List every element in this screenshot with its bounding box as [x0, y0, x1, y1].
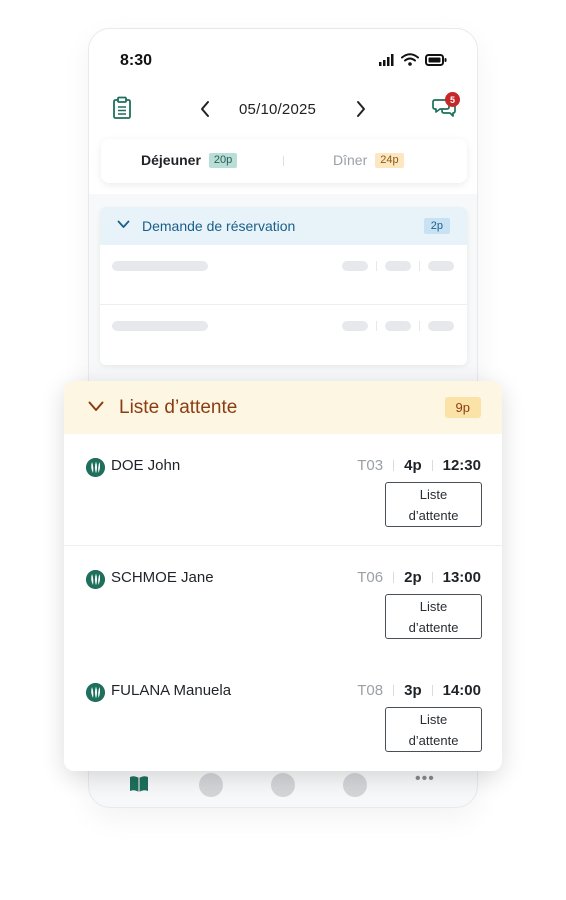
reservation-time: 14:00	[442, 682, 481, 699]
reservation-meta: T03 4p 12:30	[357, 457, 481, 474]
reservation-time: 13:00	[442, 569, 481, 586]
more-icon[interactable]: •••	[415, 770, 435, 788]
tab-dinner-count: 24p	[375, 152, 404, 168]
meta-divider	[431, 685, 433, 696]
status-time: 8:30	[120, 52, 153, 69]
tab-divider	[283, 156, 284, 166]
bottom-nav: •••	[89, 767, 477, 807]
previous-date-chevron-icon[interactable]	[197, 99, 213, 119]
chat-unread-badge: 5	[445, 92, 460, 107]
signal-icon	[379, 53, 394, 66]
waitlist-status-button[interactable]: Liste d’attente	[385, 707, 482, 752]
guest-name: DOE John	[111, 457, 181, 474]
meta-divider	[393, 685, 395, 696]
chevron-down-icon	[88, 401, 104, 411]
table-number: T06	[357, 569, 384, 586]
skeleton-divider	[376, 261, 377, 271]
skeleton-bar	[428, 261, 454, 271]
tab-lunch-label: Déjeuner	[141, 152, 201, 168]
skeleton-bar	[385, 261, 411, 271]
waitlist-status-button[interactable]: Liste d’attente	[385, 482, 482, 527]
meal-tabs: Déjeuner 20p Dîner 24p	[101, 139, 467, 183]
wifi-icon	[401, 53, 419, 66]
waitlist-count: 9p	[444, 397, 481, 418]
nav-item-placeholder[interactable]	[271, 773, 295, 797]
skeleton-divider	[419, 261, 420, 271]
meta-divider	[431, 460, 433, 471]
waitlist-row[interactable]: FULANA Manuela T08 3p 14:00 Liste d’atte…	[64, 659, 502, 771]
tab-lunch-count: 20p	[208, 152, 238, 168]
party-size: 3p	[404, 682, 422, 699]
guest-name: SCHMOE Jane	[111, 569, 214, 586]
party-size: 4p	[404, 457, 422, 474]
skeleton-bar	[428, 321, 454, 331]
meta-divider	[431, 572, 433, 583]
reservation-requests-count: 2p	[423, 218, 450, 234]
waitlist-panel: Liste d’attente 9p DOE John T03 4p 12:30…	[64, 381, 502, 771]
reservation-requests-title: Demande de réservation	[142, 218, 296, 234]
reservation-meta: T06 2p 13:00	[357, 569, 481, 586]
nav-item-placeholder[interactable]	[199, 773, 223, 797]
guest-leaf-icon	[86, 570, 105, 589]
reservation-requests-header[interactable]: Demande de réservation 2p	[100, 207, 467, 245]
skeleton-divider	[376, 321, 377, 331]
chevron-down-icon	[117, 220, 130, 228]
waitlist-title: Liste d’attente	[119, 397, 238, 418]
skeleton-bar	[342, 321, 368, 331]
skeleton-bar	[112, 261, 208, 271]
waitlist-header[interactable]: Liste d’attente 9p	[64, 381, 502, 434]
meta-divider	[393, 572, 395, 583]
tab-dinner[interactable]: Dîner 24p	[333, 152, 404, 168]
meta-divider	[393, 460, 395, 471]
current-date[interactable]: 05/10/2025	[239, 101, 316, 118]
guest-leaf-icon	[86, 458, 105, 477]
skeleton-bar	[385, 321, 411, 331]
waitlist-status-button[interactable]: Liste d’attente	[385, 594, 482, 639]
battery-icon	[425, 53, 447, 66]
party-size: 2p	[404, 569, 422, 586]
request-row-placeholder	[100, 245, 467, 305]
waitlist-row[interactable]: DOE John T03 4p 12:30 Liste d’attente	[64, 434, 502, 546]
table-number: T03	[357, 457, 384, 474]
table-number: T08	[357, 682, 384, 699]
guest-name: FULANA Manuela	[111, 682, 232, 699]
skeleton-bar	[112, 321, 208, 331]
book-icon[interactable]	[129, 775, 149, 793]
tab-lunch[interactable]: Déjeuner 20p	[141, 152, 238, 168]
nav-item-placeholder[interactable]	[343, 773, 367, 797]
next-date-chevron-icon[interactable]	[353, 99, 369, 119]
request-row-placeholder	[100, 305, 467, 365]
waitlist-row[interactable]: SCHMOE Jane T06 2p 13:00 Liste d’attente	[64, 546, 502, 658]
reservation-meta: T08 3p 14:00	[357, 682, 481, 699]
tab-dinner-label: Dîner	[333, 152, 368, 168]
skeleton-bar	[342, 261, 368, 271]
reservation-requests-card: Demande de réservation 2p	[100, 207, 467, 365]
status-icons	[379, 53, 447, 66]
reservation-time: 12:30	[442, 457, 481, 474]
clipboard-icon[interactable]	[112, 96, 132, 120]
guest-leaf-icon	[86, 683, 105, 702]
skeleton-divider	[419, 321, 420, 331]
